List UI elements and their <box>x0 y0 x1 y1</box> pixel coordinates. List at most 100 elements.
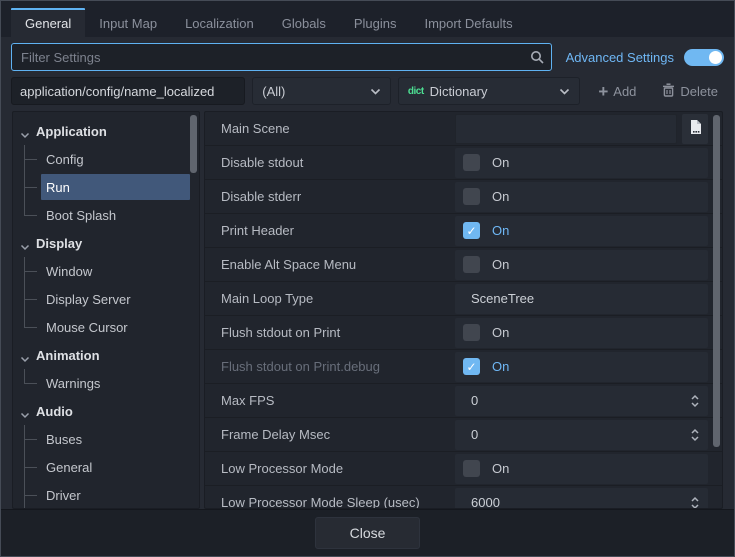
property-label: Max FPS <box>205 393 455 408</box>
project-settings-dialog: GeneralInput MapLocalizationGlobalsPlugi… <box>0 0 735 557</box>
tab-plugins[interactable]: Plugins <box>340 9 411 37</box>
property-value: On <box>455 250 708 280</box>
property-value: ✓On <box>455 352 708 382</box>
checkbox-on-label: On <box>492 189 509 204</box>
tree-guide-line <box>24 215 37 216</box>
property-label: Flush stdout on Print.debug <box>205 359 455 374</box>
spinbox-value: 0 <box>471 427 478 442</box>
checkbox[interactable] <box>463 188 480 205</box>
category-dropdown-value: (All) <box>262 84 285 99</box>
sidebar-item-application[interactable]: Application <box>13 117 199 145</box>
tree-guide-line <box>24 299 37 300</box>
tab-import-defaults[interactable]: Import Defaults <box>410 9 526 37</box>
sidebar-item-label: Application <box>36 124 107 139</box>
toggle-knob <box>709 51 722 64</box>
property-row-flush-stdout-on-print: Flush stdout on PrintOn <box>205 316 722 350</box>
tree-guide-line <box>24 271 37 272</box>
settings-tree: Application ConfigRun Boot Splash DisplayWi… <box>12 111 200 509</box>
sidebar-item-window[interactable]: Window <box>13 257 199 285</box>
close-button[interactable]: Close <box>315 517 420 549</box>
checkbox[interactable] <box>463 256 480 273</box>
collapse-chevron-icon[interactable] <box>20 239 30 254</box>
checkbox-on-label: On <box>492 461 509 476</box>
spinbox-updown-icon[interactable] <box>689 394 701 411</box>
sidebar-item-label: Buses <box>46 432 82 447</box>
property-value[interactable]: 0 <box>455 420 708 450</box>
sidebar-item-label: Boot Splash <box>46 208 116 223</box>
property-row-print-header: Print Header ✓ On <box>205 214 722 248</box>
tab-input-map[interactable]: Input Map <box>85 9 171 37</box>
property-label: Frame Delay Msec <box>205 427 455 442</box>
collapse-chevron-icon[interactable] <box>20 351 30 366</box>
settings-scrollbar[interactable] <box>713 115 720 447</box>
sidebar-item-driver[interactable]: Driver <box>13 481 199 509</box>
property-label: Print Header <box>205 223 455 238</box>
sidebar-item-label: General <box>46 460 92 475</box>
spinbox-updown-icon[interactable] <box>689 428 701 445</box>
filter-field-wrap <box>11 43 552 71</box>
type-dropdown[interactable]: dict Dictionary <box>398 77 580 105</box>
sidebar-item-warnings[interactable]: Warnings <box>13 369 199 397</box>
sidebar-item-label: Animation <box>36 348 100 363</box>
sidebar-item-config[interactable]: Config <box>13 145 199 173</box>
property-row-max-fps: Max FPS0 <box>205 384 722 418</box>
property-label: Low Processor Mode Sleep (usec) <box>205 495 455 509</box>
type-dropdown-value: Dictionary <box>430 84 488 99</box>
filter-toolbar: Advanced Settings <box>1 37 734 77</box>
delete-property-button[interactable]: Delete <box>656 79 724 104</box>
browse-file-button[interactable] <box>682 114 708 144</box>
tree-guide-line <box>24 495 37 496</box>
add-property-button[interactable]: + Add <box>592 79 642 104</box>
property-value[interactable]: 6000 <box>455 488 708 510</box>
property-toolbar: (All) dict Dictionary + Add Delete <box>1 77 734 111</box>
advanced-settings-toggle[interactable] <box>684 49 724 66</box>
plus-icon: + <box>598 83 608 100</box>
property-value: On <box>455 182 708 212</box>
property-value[interactable]: 0 <box>455 386 708 416</box>
settings-content: Application ConfigRun Boot Splash DisplayWi… <box>12 111 723 509</box>
checkbox-on-label: On <box>492 223 509 238</box>
sidebar-scrollbar[interactable] <box>190 115 197 173</box>
sidebar-item-label: Mouse Cursor <box>46 320 128 335</box>
sidebar-item-animation[interactable]: Animation <box>13 341 199 369</box>
sidebar-item-mouse-cursor[interactable]: Mouse Cursor <box>13 313 199 341</box>
sidebar-item-display-server[interactable]: Display Server <box>13 285 199 313</box>
sidebar-item-label: Audio <box>36 404 73 419</box>
property-value: ✓ On <box>455 216 708 246</box>
checkbox[interactable] <box>463 324 480 341</box>
tree-guide-line <box>24 369 25 383</box>
checkbox-on-label: On <box>492 155 509 170</box>
property-value[interactable]: SceneTree <box>455 284 708 314</box>
property-label: Low Processor Mode <box>205 461 455 476</box>
checkbox[interactable]: ✓ <box>463 358 480 375</box>
sidebar-item-buses[interactable]: Buses <box>13 425 199 453</box>
tree-guide-line <box>24 159 37 160</box>
category-dropdown[interactable]: (All) <box>252 77 391 105</box>
tree-guide-line <box>24 327 37 328</box>
sidebar-item-general[interactable]: General <box>13 453 199 481</box>
checkbox[interactable]: ✓ <box>463 222 480 239</box>
sidebar-item-label: Driver <box>46 488 81 503</box>
sidebar-item-run[interactable]: Run <box>13 173 199 201</box>
collapse-chevron-icon[interactable] <box>20 407 30 422</box>
tab-localization[interactable]: Localization <box>171 9 268 37</box>
resource-input[interactable] <box>455 114 677 144</box>
tree-guide-line <box>24 439 37 440</box>
property-row-frame-delay-msec: Frame Delay Msec 0 <box>205 418 722 452</box>
search-input[interactable] <box>11 43 552 71</box>
tab-general[interactable]: General <box>11 8 85 37</box>
sidebar-item-boot-splash[interactable]: Boot Splash <box>13 201 199 229</box>
property-row-low-processor-mode: Low Processor Mode On <box>205 452 722 486</box>
checkbox[interactable] <box>463 460 480 477</box>
spinbox-updown-icon[interactable] <box>689 496 701 510</box>
tab-globals[interactable]: Globals <box>268 9 340 37</box>
property-label: Disable stdout <box>205 155 455 170</box>
tree-guide-line <box>24 467 37 468</box>
property-label: Enable Alt Space Menu <box>205 257 455 272</box>
property-path-input[interactable] <box>11 77 245 105</box>
collapse-chevron-icon[interactable] <box>20 127 30 142</box>
sidebar-item-audio[interactable]: Audio <box>13 397 199 425</box>
checkbox[interactable] <box>463 154 480 171</box>
sidebar-item-display[interactable]: Display <box>13 229 199 257</box>
settings-list: Main SceneDisable stdoutOnDisable stderr… <box>204 111 723 509</box>
